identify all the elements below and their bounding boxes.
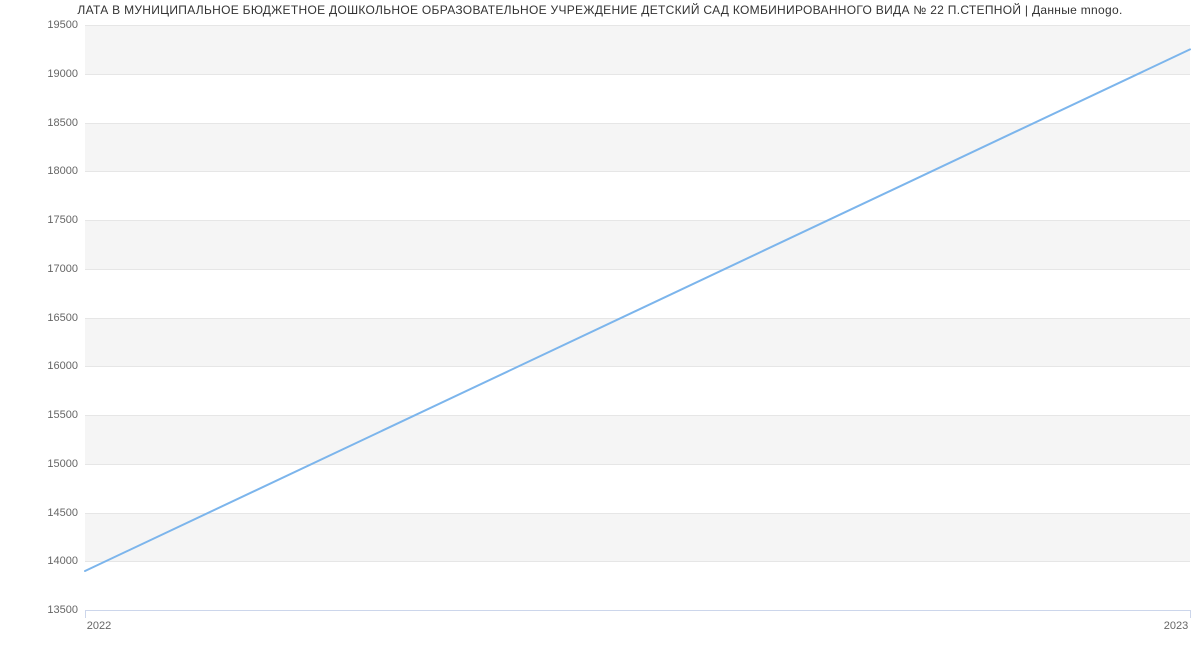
y-tick-label: 19000 xyxy=(18,68,78,80)
chart-title: ЛАТА В МУНИЦИПАЛЬНОЕ БЮДЖЕТНОЕ ДОШКОЛЬНО… xyxy=(0,3,1200,17)
y-tick-label: 14000 xyxy=(18,555,78,567)
y-tick-label: 17500 xyxy=(18,214,78,226)
x-tick-label: 2023 xyxy=(1164,620,1188,632)
x-axis-line xyxy=(85,610,1190,611)
x-tick xyxy=(1190,610,1191,618)
y-tick-label: 17000 xyxy=(18,263,78,275)
y-tick-label: 16500 xyxy=(18,312,78,324)
series-svg xyxy=(85,25,1190,610)
y-tick-label: 15000 xyxy=(18,458,78,470)
y-tick-label: 13500 xyxy=(18,604,78,616)
x-tick-label: 2022 xyxy=(87,620,111,632)
y-tick-label: 18000 xyxy=(18,165,78,177)
y-tick-label: 15500 xyxy=(18,409,78,421)
series-1-line xyxy=(85,49,1190,571)
y-tick-label: 19500 xyxy=(18,19,78,31)
x-tick xyxy=(85,610,86,618)
y-tick-label: 14500 xyxy=(18,507,78,519)
y-tick-label: 16000 xyxy=(18,360,78,372)
y-tick-label: 18500 xyxy=(18,117,78,129)
plot-area xyxy=(85,25,1190,610)
